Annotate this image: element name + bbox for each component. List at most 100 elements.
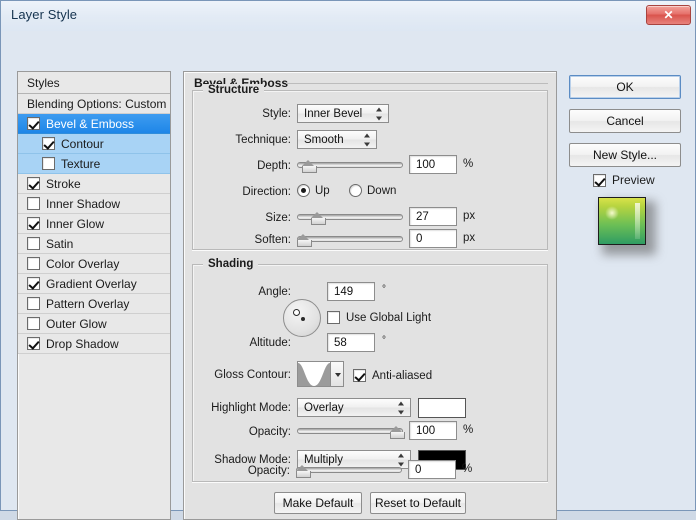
ok-button[interactable]: OK	[569, 75, 681, 99]
styles-panel-header: Styles	[18, 72, 170, 94]
direction-down-radio[interactable]	[349, 184, 362, 197]
checkbox-icon[interactable]	[27, 237, 40, 250]
checkbox-icon	[593, 173, 606, 187]
style-row-satin[interactable]: Satin	[18, 234, 170, 254]
preview-checkbox[interactable]: Preview	[593, 173, 655, 187]
angle-dial[interactable]	[283, 299, 321, 337]
style-row-contour[interactable]: Contour	[18, 134, 170, 154]
styles-panel: Styles Blending Options: Custom Bevel & E…	[17, 71, 171, 520]
depth-slider-thumb[interactable]	[301, 160, 317, 173]
anti-aliased-label: Anti-aliased	[372, 369, 433, 382]
shadow-opacity-thumb[interactable]	[296, 465, 311, 478]
cancel-button[interactable]: Cancel	[569, 109, 681, 133]
preview-edge-highlight	[635, 203, 640, 239]
style-row-label: Color Overlay	[46, 256, 120, 271]
highlight-opacity-label: Opacity:	[248, 426, 291, 438]
chevron-updown-icon	[364, 133, 371, 146]
highlight-color-swatch[interactable]	[418, 398, 466, 418]
style-row-label: Pattern Overlay	[46, 296, 130, 311]
preview-swatch	[598, 197, 646, 245]
soften-label: Soften:	[254, 234, 291, 246]
style-row-stroke[interactable]: Stroke	[18, 174, 170, 194]
size-label: Size:	[265, 212, 291, 224]
title-bar: Layer Style ✕	[1, 1, 695, 31]
checkbox-icon[interactable]	[42, 157, 55, 170]
pane-title-rule	[286, 83, 548, 84]
checkbox-icon[interactable]	[27, 217, 40, 230]
depth-value: 100	[416, 158, 436, 171]
gloss-contour-curve	[298, 362, 330, 386]
style-row-label: Drop Shadow	[46, 336, 119, 351]
angle-dial-marker	[293, 309, 300, 316]
size-input[interactable]: 27	[409, 207, 457, 226]
style-dropdown[interactable]: Inner Bevel	[297, 104, 389, 123]
checkbox-icon[interactable]	[27, 317, 40, 330]
depth-input[interactable]: 100	[409, 155, 457, 174]
style-row-color-overlay[interactable]: Color Overlay	[18, 254, 170, 274]
anti-aliased-checkbox[interactable]: Anti-aliased	[353, 369, 432, 382]
dialog-actions: OK Cancel New Style... Preview	[569, 71, 683, 520]
highlight-opacity-input[interactable]: 100	[409, 421, 457, 440]
shading-legend: Shading	[203, 258, 259, 270]
style-row-inner-shadow[interactable]: Inner Shadow	[18, 194, 170, 214]
shadow-opacity-value: 0	[415, 463, 422, 476]
direction-up-radio[interactable]	[297, 184, 310, 197]
style-row-label: Blending Options: Custom	[27, 96, 167, 111]
checkbox-icon[interactable]	[27, 177, 40, 190]
altitude-unit: °	[382, 335, 386, 346]
technique-dropdown-value: Smooth	[304, 133, 344, 146]
soften-input[interactable]: 0	[409, 229, 457, 248]
style-row-outer-glow[interactable]: Outer Glow	[18, 314, 170, 334]
highlight-mode-dropdown[interactable]: Overlay	[297, 398, 411, 417]
shadow-opacity-input[interactable]: 0	[408, 460, 456, 479]
highlight-mode-label: Highlight Mode:	[211, 402, 291, 414]
checkbox-icon[interactable]	[27, 277, 40, 290]
highlight-opacity-slider[interactable]	[297, 424, 405, 439]
structure-legend: Structure	[203, 84, 265, 96]
angle-label: Angle:	[258, 286, 291, 298]
use-global-light-label: Use Global Light	[346, 311, 432, 324]
gloss-contour-dropdown-arrow[interactable]	[331, 361, 344, 387]
size-unit: px	[463, 210, 476, 222]
highlight-opacity-thumb[interactable]	[390, 426, 405, 439]
style-row-gradient-overlay[interactable]: Gradient Overlay	[18, 274, 170, 294]
preview-label: Preview	[612, 173, 655, 187]
close-icon[interactable]: ✕	[646, 5, 691, 25]
highlight-opacity-track	[297, 428, 403, 434]
shadow-opacity-label: Opacity:	[247, 465, 290, 477]
style-row-inner-glow[interactable]: Inner Glow	[18, 214, 170, 234]
size-value: 27	[416, 210, 429, 223]
style-row-label: Gradient Overlay	[46, 276, 137, 291]
depth-slider[interactable]	[297, 158, 403, 173]
style-row-pattern-overlay[interactable]: Pattern Overlay	[18, 294, 170, 314]
style-row-blending-options-custom[interactable]: Blending Options: Custom	[18, 94, 170, 114]
style-row-label: Outer Glow	[46, 316, 107, 331]
shadow-opacity-slider[interactable]	[296, 463, 402, 478]
checkbox-icon[interactable]	[27, 117, 40, 130]
angle-input[interactable]: 149	[327, 282, 375, 301]
window-title: Layer Style	[11, 7, 78, 22]
use-global-light-checkbox[interactable]: Use Global Light	[327, 311, 431, 324]
checkbox-icon[interactable]	[42, 137, 55, 150]
checkbox-icon[interactable]	[27, 297, 40, 310]
soften-slider-thumb[interactable]	[297, 234, 312, 247]
size-slider[interactable]	[297, 210, 403, 225]
new-style-button[interactable]: New Style...	[569, 143, 681, 167]
altitude-input[interactable]: 58	[327, 333, 375, 352]
highlight-opacity-unit: %	[463, 424, 474, 436]
altitude-value: 58	[334, 336, 347, 349]
soften-unit: px	[463, 232, 476, 244]
technique-dropdown[interactable]: Smooth	[297, 130, 377, 149]
style-row-texture[interactable]: Texture	[18, 154, 170, 174]
checkbox-icon[interactable]	[27, 337, 40, 350]
style-row-label: Stroke	[46, 176, 81, 191]
direction-up-label: Up	[315, 185, 330, 197]
size-slider-thumb[interactable]	[310, 212, 326, 225]
shading-group: Shading Angle: 149 ° Use Global Light Al…	[192, 258, 548, 482]
gloss-contour-preview[interactable]	[297, 361, 331, 387]
soften-slider[interactable]	[297, 232, 403, 247]
checkbox-icon[interactable]	[27, 257, 40, 270]
checkbox-icon[interactable]	[27, 197, 40, 210]
style-row-drop-shadow[interactable]: Drop Shadow	[18, 334, 170, 354]
style-row-bevel-emboss[interactable]: Bevel & Emboss	[18, 114, 170, 134]
